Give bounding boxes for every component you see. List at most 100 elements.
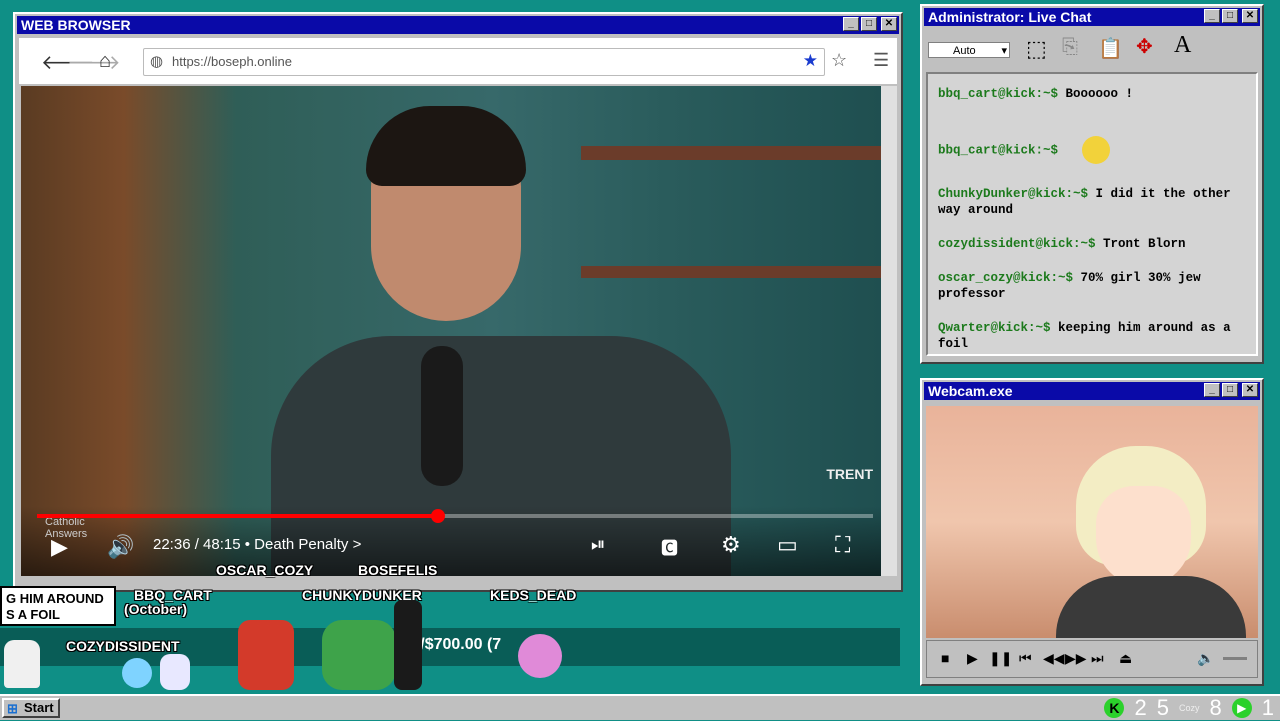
vertical-scrollbar[interactable] xyxy=(881,86,897,576)
chat-message: bbq_cart@kick:~$ xyxy=(938,136,1246,164)
close-button[interactable]: ✕ xyxy=(881,17,897,31)
skip-back-icon[interactable]: ⏮ xyxy=(1019,650,1032,667)
chat-user[interactable]: ChunkyDunker@kick:~$ xyxy=(938,187,1088,201)
tray-count: 5 xyxy=(1156,695,1169,720)
start-label: Start xyxy=(24,700,54,715)
copy-icon[interactable]: ⎘ xyxy=(1062,36,1078,59)
move-icon[interactable]: ✥ xyxy=(1136,34,1153,59)
progress-knob[interactable] xyxy=(431,509,446,523)
browser-window: WEB BROWSER _ □ ✕ 🡐 🡒 ⌂ ◍ https://boseph… xyxy=(13,12,903,592)
chat-message: oscar_cozy@kick:~$ 70% girl 30% jew prof… xyxy=(938,270,1246,302)
creature-sprite xyxy=(122,658,152,688)
theater-mode-icon[interactable]: ▭ xyxy=(777,532,798,558)
tray-label: Cozy xyxy=(1178,703,1200,713)
autoplay-toggle[interactable]: ⏯ xyxy=(591,534,605,555)
skip-forward-icon[interactable]: ⏭ xyxy=(1091,650,1104,667)
viewer-nick: KEDS_DEAD xyxy=(490,587,577,603)
chat-user[interactable]: cozydissident@kick:~$ xyxy=(938,237,1096,251)
globe-icon: ◍ xyxy=(150,53,164,70)
chat-message: bbq_cart@kick:~$ Boooooo ! xyxy=(938,86,1246,102)
maximize-button[interactable]: □ xyxy=(1222,383,1238,397)
address-bar[interactable]: ◍ https://boseph.online ★ xyxy=(143,48,825,76)
start-button[interactable]: ⊞ Start xyxy=(2,698,60,718)
video-controls: TRENT Catholic Answers ▶ 🔊 22:36 / 48:15… xyxy=(21,466,881,576)
forward-icon[interactable]: 🡒 xyxy=(67,50,121,75)
tray-count: 8 xyxy=(1209,695,1222,720)
chat-titlebar[interactable]: Administrator: Live Chat _ □ ✕ xyxy=(924,8,1260,26)
microphone xyxy=(421,346,463,486)
font-size-value: Auto xyxy=(953,45,976,57)
chat-title: Administrator: Live Chat xyxy=(928,9,1092,25)
select-tool-icon[interactable]: ⬚ xyxy=(1026,36,1047,62)
browser-titlebar[interactable]: WEB BROWSER _ □ ✕ xyxy=(17,16,899,34)
kick-icon[interactable]: K xyxy=(1104,698,1125,718)
close-button[interactable]: ✕ xyxy=(1242,9,1258,23)
time-readout: 22:36 / 48:15 xyxy=(153,536,241,553)
favorites-icon[interactable]: ☆ xyxy=(831,50,847,71)
chat-user[interactable]: bbq_cart@kick:~$ xyxy=(938,87,1058,101)
emote-icon xyxy=(1081,136,1110,164)
volume-slider[interactable] xyxy=(1223,657,1247,660)
viewer-nick-note: (October) xyxy=(124,601,187,617)
progress-bar[interactable] xyxy=(37,509,873,523)
captions-icon[interactable]: 🅲 xyxy=(661,534,678,559)
pause-icon[interactable]: ❚❚ xyxy=(989,650,1012,667)
minimize-button[interactable]: _ xyxy=(843,17,859,31)
tray-count: 2 xyxy=(1134,695,1147,720)
blob-sprite xyxy=(518,634,562,678)
taskbar: ⊞ Start K 2 5 Cozy 8 ▶ 1 xyxy=(0,694,1280,720)
chat-message: Qwarter@kick:~$ keeping him around as a … xyxy=(938,320,1246,352)
shelf xyxy=(581,266,881,278)
video-player[interactable]: TRENT Catholic Answers ▶ 🔊 22:36 / 48:15… xyxy=(21,86,881,576)
tray-count: 1 xyxy=(1261,695,1274,720)
chat-log[interactable]: bbq_cart@kick:~$ Boooooo ! bbq_cart@kick… xyxy=(926,72,1258,356)
media-controls: ■ ▶ ❚❚ ⏮ ◀◀ ▶▶ ⏭ ⏏ 🔈 xyxy=(926,640,1258,678)
browser-toolbar: 🡐 🡒 ⌂ ◍ https://boseph.online ★ ☆ ☰ xyxy=(19,38,897,84)
webcam-title: Webcam.exe xyxy=(928,383,1013,399)
viewer-nick: BOSEFELIS xyxy=(358,562,438,578)
speech-line2: S A FOIL xyxy=(6,607,60,622)
minimize-button[interactable]: _ xyxy=(1204,9,1220,23)
eject-icon[interactable]: ⏏ xyxy=(1119,650,1132,667)
chat-toolbar: Auto ▾ ⬚ ⎘ 📋 ✥ A xyxy=(926,30,1258,70)
menu-icon[interactable]: ☰ xyxy=(873,50,889,71)
avatar-body xyxy=(1056,576,1246,638)
chat-user[interactable]: Qwarter@kick:~$ xyxy=(938,321,1051,335)
play-icon[interactable]: ▶ xyxy=(967,650,978,667)
volume-icon[interactable]: 🔈 xyxy=(1197,650,1214,667)
creature-sprite xyxy=(160,654,190,690)
chat-message: cozydissident@kick:~$ Tront Blorn xyxy=(938,236,1246,252)
chat-window: Administrator: Live Chat _ □ ✕ Auto ▾ ⬚ … xyxy=(920,4,1264,364)
volume-icon[interactable]: 🔊 xyxy=(107,534,134,560)
home-icon[interactable]: ⌂ xyxy=(99,50,111,73)
webcam-feed xyxy=(926,406,1258,638)
chapter-arrow[interactable]: > xyxy=(353,536,362,553)
stop-icon[interactable]: ■ xyxy=(941,650,949,666)
fast-forward-icon[interactable]: ▶▶ xyxy=(1065,650,1087,667)
maximize-button[interactable]: □ xyxy=(861,17,877,31)
play-icon[interactable]: ▶ xyxy=(51,534,68,560)
url-text: https://boseph.online xyxy=(172,54,292,69)
viewer-nick: COZYDISSIDENT xyxy=(66,638,180,654)
chat-user[interactable]: bbq_cart@kick:~$ xyxy=(938,143,1058,157)
paste-icon[interactable]: 📋 xyxy=(1098,36,1123,61)
maximize-button[interactable]: □ xyxy=(1222,9,1238,23)
rewind-icon[interactable]: ◀◀ xyxy=(1043,650,1065,667)
fullscreen-icon[interactable]: ⛶ xyxy=(835,532,850,558)
chat-user[interactable]: oscar_cozy@kick:~$ xyxy=(938,271,1073,285)
speech-line1: G HIM AROUND xyxy=(6,591,104,606)
bookmark-star-icon[interactable]: ★ xyxy=(803,51,818,71)
chat-text: Boooooo ! xyxy=(1065,87,1134,101)
video-time: 22:36 / 48:15 • Death Penalty > xyxy=(153,536,362,553)
chevron-down-icon: ▾ xyxy=(1001,45,1007,57)
font-size-select[interactable]: Auto ▾ xyxy=(928,42,1010,58)
chat-message: ChunkyDunker@kick:~$ I did it the other … xyxy=(938,186,1246,218)
chapter-title[interactable]: Death Penalty xyxy=(254,536,348,553)
settings-icon[interactable]: ⚙ xyxy=(721,532,741,558)
plant-sprite xyxy=(322,620,396,690)
play-icon[interactable]: ▶ xyxy=(1231,698,1252,718)
webcam-titlebar[interactable]: Webcam.exe _ □ ✕ xyxy=(924,382,1260,400)
close-button[interactable]: ✕ xyxy=(1242,383,1258,397)
minimize-button[interactable]: _ xyxy=(1204,383,1220,397)
font-icon[interactable]: A xyxy=(1174,32,1191,59)
